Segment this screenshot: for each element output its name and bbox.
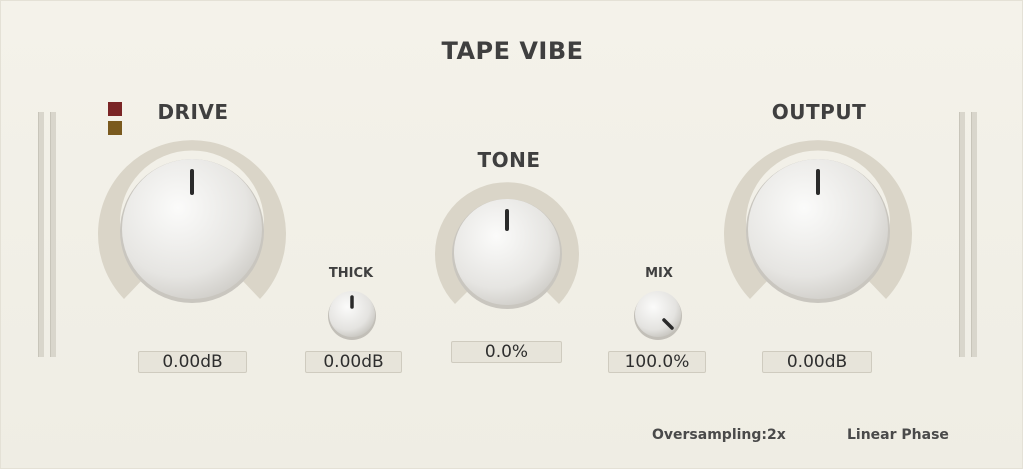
phase-mode-selector[interactable]: Linear Phase <box>847 427 949 443</box>
output-meter <box>959 112 977 357</box>
thick-knob[interactable] <box>326 289 378 341</box>
input-meter <box>38 112 56 357</box>
output-value[interactable]: 0.00dB <box>762 351 872 373</box>
tone-knob[interactable] <box>433 181 581 311</box>
plugin-title: TAPE VIBE <box>441 37 584 65</box>
mix-label: MIX <box>645 266 673 281</box>
tone-label: TONE <box>477 148 541 172</box>
tone-value[interactable]: 0.0% <box>451 341 562 363</box>
mix-knob[interactable] <box>632 289 684 341</box>
output-label: OUTPUT <box>771 100 867 124</box>
oversampling-selector[interactable]: Oversampling:2x <box>652 427 786 443</box>
drive-value[interactable]: 0.00dB <box>138 351 247 373</box>
drive-label: DRIVE <box>157 100 229 124</box>
led-indicator-red <box>108 102 122 116</box>
drive-knob[interactable] <box>94 137 290 307</box>
thick-value[interactable]: 0.00dB <box>305 351 402 373</box>
led-indicator-amber <box>108 121 122 135</box>
thick-label: THICK <box>328 266 374 281</box>
plugin-panel: TAPE VIBE DRIVE TONE OUTPUT THICK MIX 0.… <box>0 0 1023 469</box>
output-knob[interactable] <box>720 137 916 307</box>
mix-value[interactable]: 100.0% <box>608 351 706 373</box>
